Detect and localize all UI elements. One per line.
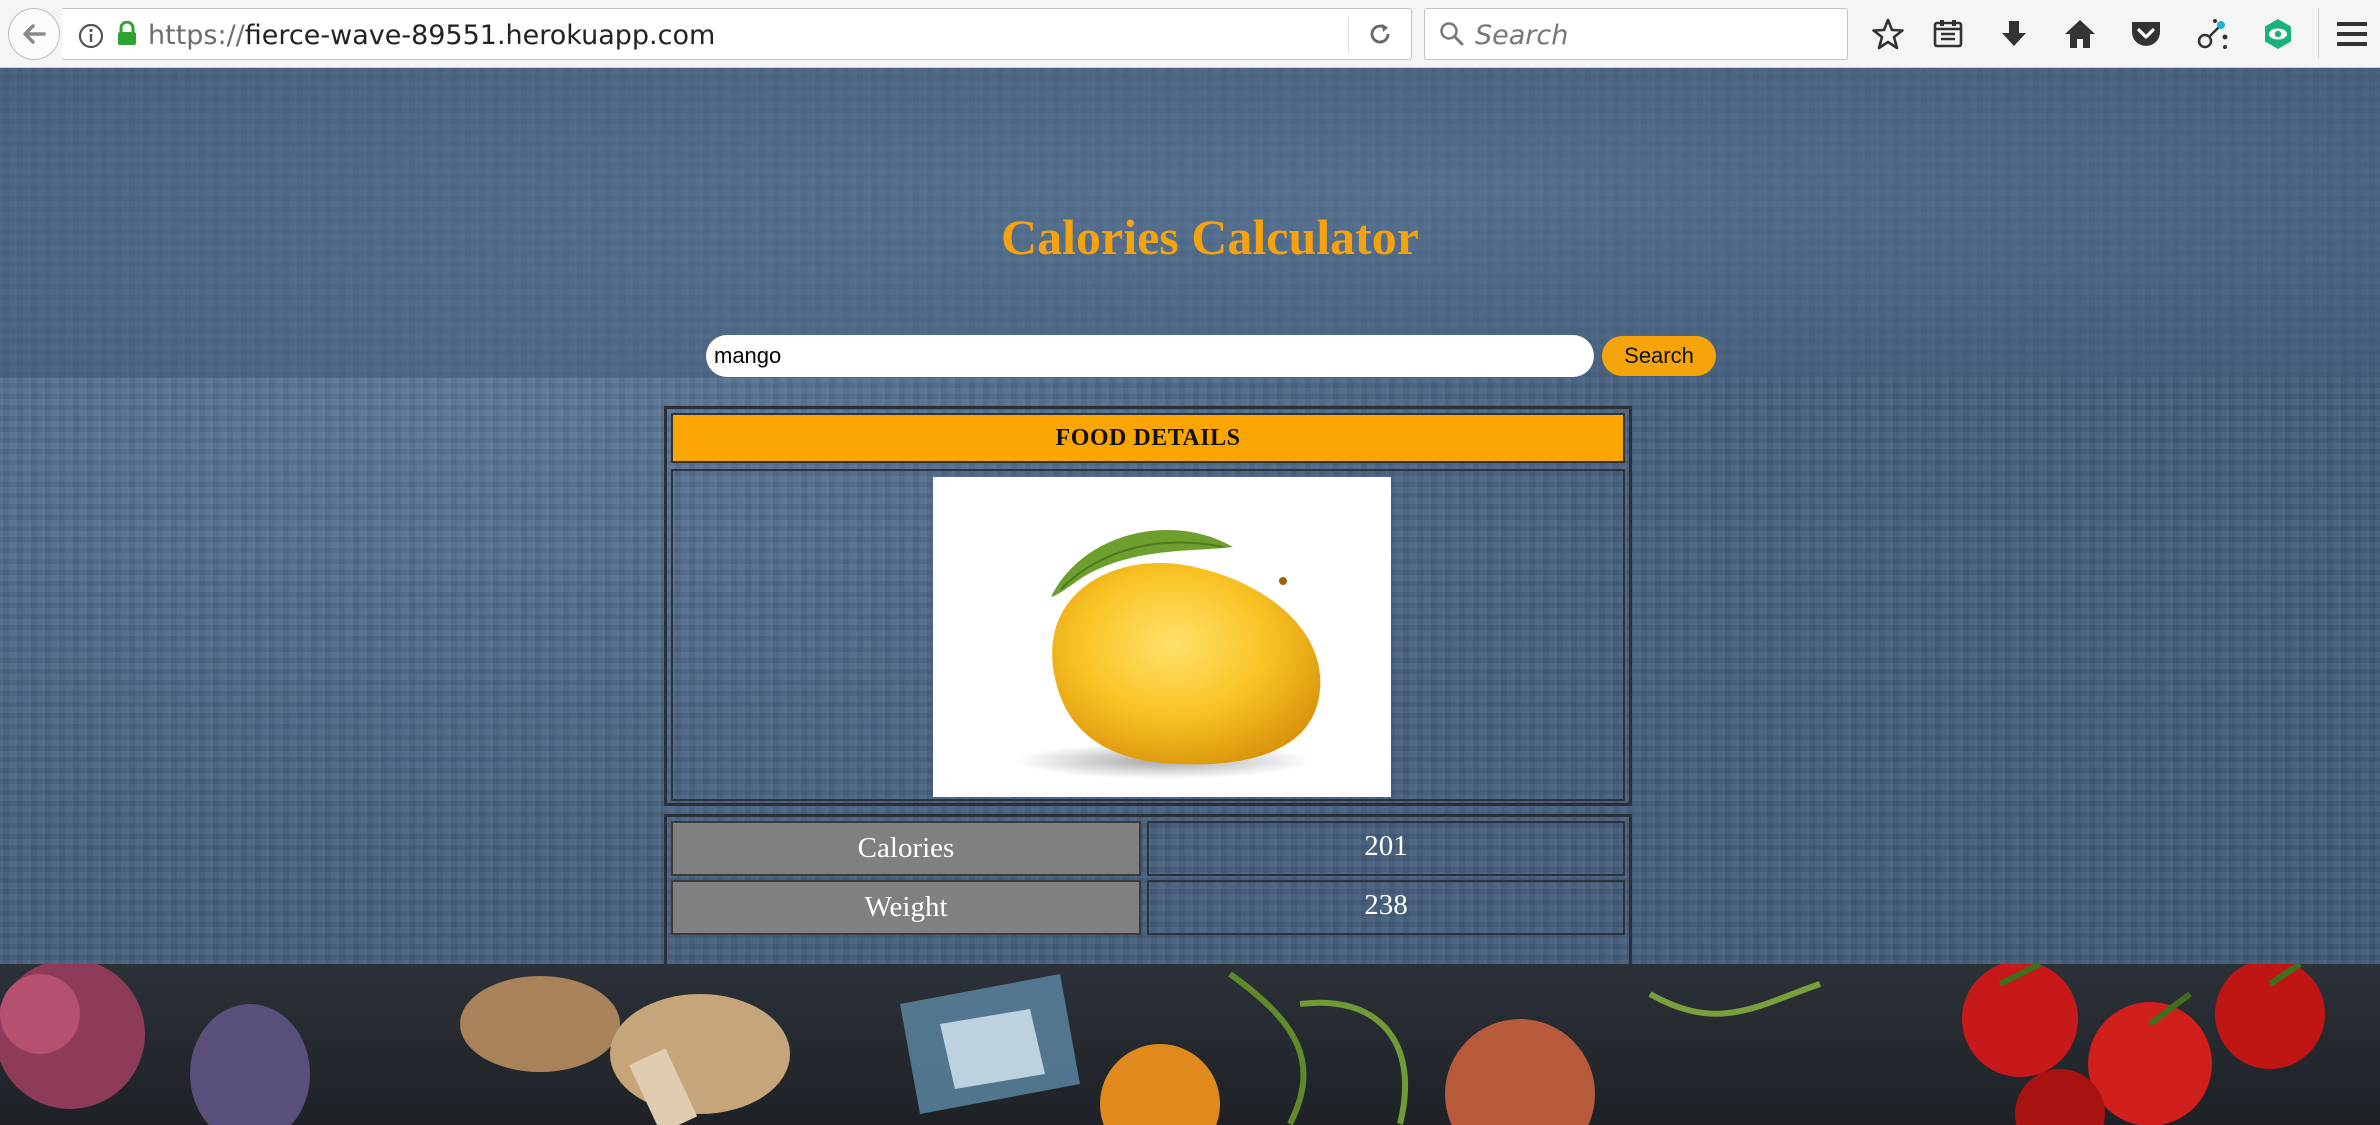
back-arrow-icon [23, 24, 46, 44]
eye-extension-icon[interactable] [2260, 16, 2296, 52]
food-details-header: FOOD DETAILS [671, 413, 1625, 463]
toolbar-divider [2318, 8, 2319, 58]
table-row-weight: Weight 238 [671, 880, 1625, 935]
home-icon[interactable] [2062, 16, 2098, 52]
back-button[interactable] [8, 8, 60, 60]
browser-search-input[interactable] [1473, 17, 1837, 53]
vegetables-background-image [0, 964, 2380, 1125]
menu-hamburger-icon[interactable] [2334, 16, 2370, 52]
food-image-cell [671, 469, 1625, 801]
extension-sparkle-icon[interactable] [2194, 16, 2230, 52]
reload-icon[interactable] [1366, 20, 1394, 53]
pocket-icon[interactable] [2128, 16, 2164, 52]
calories-label: Calories [671, 821, 1141, 876]
food-details-table: FOOD DETAILS [664, 406, 1632, 806]
reading-list-icon[interactable] [1930, 16, 1966, 52]
search-icon [1439, 21, 1465, 52]
search-button[interactable]: Search [1602, 336, 1716, 376]
url-protocol: https:// [148, 20, 245, 51]
url-host: fierce-wave-89551.herokuapp.com [244, 20, 716, 51]
info-icon[interactable] [78, 23, 104, 54]
url-text[interactable]: https://fierce-wave-89551.herokuapp.com [148, 20, 715, 51]
lock-icon[interactable] [116, 20, 138, 52]
address-bar[interactable]: https://fierce-wave-89551.herokuapp.com [62, 8, 1412, 60]
table-row-calories: Calories 201 [671, 821, 1625, 876]
url-divider [1348, 17, 1349, 53]
download-icon[interactable] [1996, 16, 2032, 52]
weight-value: 238 [1147, 880, 1625, 935]
browser-search-bar[interactable] [1424, 8, 1848, 60]
page-body: Calories Calculator Search FOOD DETAILS [0, 68, 2380, 1125]
vegetables-illustration [0, 964, 2325, 1125]
calories-value: 201 [1147, 821, 1625, 876]
bookmark-star-icon[interactable] [1870, 16, 1906, 52]
food-search-input[interactable] [706, 335, 1594, 377]
browser-toolbar: https://fierce-wave-89551.herokuapp.com [0, 0, 2380, 68]
page-title: Calories Calculator [1001, 209, 1419, 265]
mango-illustration [1013, 529, 1321, 779]
weight-label: Weight [671, 880, 1141, 935]
food-image-mango [933, 477, 1391, 797]
